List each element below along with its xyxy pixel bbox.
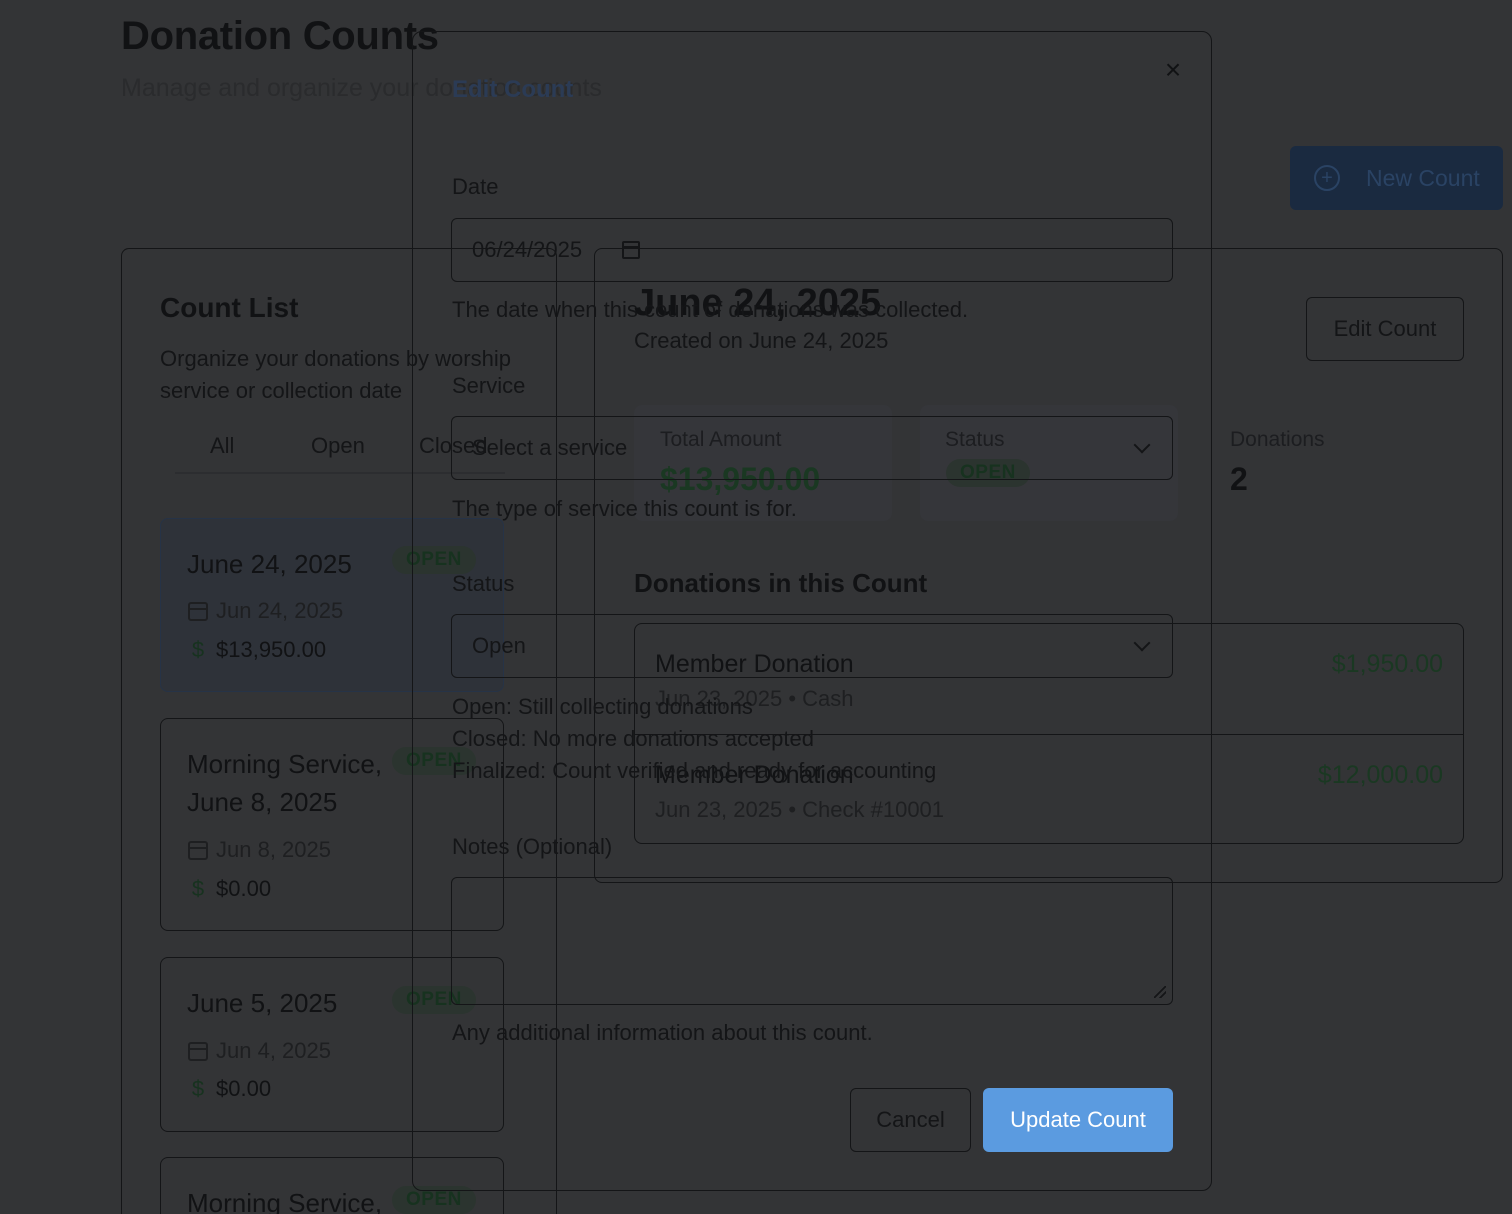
dollar-icon: $ <box>191 876 205 901</box>
count-item-amount-text: $13,950.00 <box>216 637 327 662</box>
count-item-date: Jun 4, 2025 <box>188 1038 331 1064</box>
count-item-amount-text: $0.00 <box>216 876 272 901</box>
count-item-title: June 24, 2025 <box>187 549 352 579</box>
new-count-button[interactable]: + New Count <box>1290 146 1503 210</box>
calendar-icon[interactable] <box>622 241 641 259</box>
resize-handle-icon[interactable] <box>1154 986 1166 998</box>
donation-amount: $1,950.00 <box>1331 650 1443 678</box>
date-help-text: The date when this count of donations wa… <box>452 297 969 322</box>
donations-count-value: 2 <box>1230 461 1248 497</box>
calendar-icon <box>188 1041 208 1061</box>
notes-label: Notes (Optional) <box>452 834 613 859</box>
plus-circle-icon: + <box>1314 165 1340 191</box>
service-select-placeholder: Select a service <box>472 435 628 460</box>
count-item-title: Morning Service, June 8, 2025 <box>187 749 383 817</box>
calendar-icon <box>188 601 208 621</box>
status-select-value: Open <box>472 633 526 658</box>
chevron-down-icon <box>1133 634 1151 652</box>
count-item-date-text: Jun 8, 2025 <box>216 837 331 862</box>
tab-all[interactable]: All <box>210 433 234 459</box>
count-list-title: Count List <box>160 292 299 323</box>
date-field-value: 06/24/2025 <box>472 237 583 262</box>
date-field[interactable]: 06/24/2025 <box>451 218 1173 282</box>
notes-textarea[interactable] <box>451 877 1173 1005</box>
service-select[interactable]: Select a service <box>451 416 1173 480</box>
service-help-text: The type of service this count is for. <box>452 496 797 521</box>
status-select[interactable]: Open <box>451 614 1173 678</box>
count-item-date: Jun 24, 2025 <box>188 598 343 624</box>
status-help-open: Open: Still collecting donations <box>452 694 753 719</box>
date-label: Date <box>452 174 499 199</box>
count-item-date-text: Jun 4, 2025 <box>216 1038 331 1063</box>
status-help-finalized: Finalized: Count verified and ready for … <box>452 758 937 783</box>
cancel-button[interactable]: Cancel <box>850 1088 971 1152</box>
page-title: Donation Counts <box>121 14 439 58</box>
count-item-date-text: Jun 24, 2025 <box>216 598 344 623</box>
donation-amount: $12,000.00 <box>1317 761 1443 789</box>
service-label: Service <box>452 373 526 398</box>
new-count-label: New Count <box>1366 164 1480 191</box>
close-icon[interactable]: × <box>1160 56 1186 84</box>
count-item-amount-text: $0.00 <box>216 1076 272 1101</box>
dollar-icon: $ <box>191 637 205 662</box>
count-item-title: Morning Service, <box>187 1188 383 1214</box>
count-item-amount: $ $0.00 <box>188 876 271 902</box>
dollar-icon: $ <box>191 1076 205 1101</box>
notes-help-text: Any additional information about this co… <box>452 1020 873 1045</box>
status-label: Status <box>452 571 515 596</box>
count-item-date: Jun 8, 2025 <box>188 837 331 863</box>
status-help-closed: Closed: No more donations accepted <box>452 726 814 751</box>
edit-count-button[interactable]: Edit Count <box>1306 297 1464 361</box>
count-item-amount: $ $0.00 <box>188 1076 271 1102</box>
chevron-down-icon <box>1133 436 1151 454</box>
calendar-icon <box>188 840 208 860</box>
dialog-title: Edit Count <box>452 76 574 103</box>
donations-count-label: Donations <box>1230 428 1325 451</box>
count-item-title: June 5, 2025 <box>187 988 338 1018</box>
edit-count-dialog <box>412 31 1212 1191</box>
update-count-button[interactable]: Update Count <box>983 1088 1173 1152</box>
tab-open[interactable]: Open <box>311 433 365 459</box>
count-item-amount: $ $13,950.00 <box>188 637 326 663</box>
